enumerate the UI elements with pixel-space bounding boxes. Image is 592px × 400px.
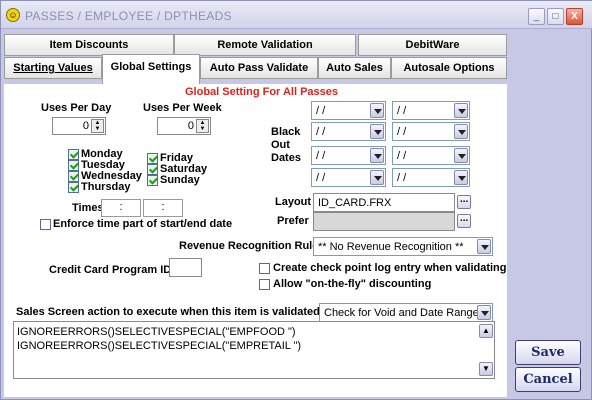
uses-per-week-spinner[interactable]: 0 ▲ ▼ (157, 117, 211, 135)
scroll-down-icon[interactable]: ▼ (479, 362, 493, 376)
revenue-rule-value: ** No Revenue Recognition ** (318, 241, 464, 253)
layout-browse-icon[interactable] (457, 194, 471, 209)
thursday-checkbox[interactable] (68, 182, 79, 193)
tab-starting-values[interactable]: Starting Values (4, 57, 102, 79)
date-value: / / (316, 172, 326, 184)
dropdown-arrow-icon[interactable] (454, 124, 468, 139)
dropdown-arrow-icon[interactable] (370, 103, 384, 118)
tab-global-settings[interactable]: Global Settings (102, 54, 200, 84)
date-value: / / (316, 126, 326, 138)
prefer-field[interactable] (313, 212, 455, 231)
script-line: IGNOREERRORS()SELECTIVESPECIAL("EMPRETAI… (17, 340, 302, 352)
black-out-label: Dates (271, 152, 301, 164)
sales-action-value: Check for Void and Date Range (324, 307, 479, 319)
layout-value: ID_CARD.FRX (318, 197, 392, 209)
sunday-label: Sunday (160, 174, 200, 186)
thursday-label: Thursday (81, 181, 131, 193)
spinner-arrows-icon[interactable]: ▲ ▼ (196, 119, 209, 133)
date-value: / / (316, 150, 326, 162)
blackout-date-1[interactable]: / / (311, 101, 386, 120)
uses-per-day-label: Uses Per Day (41, 102, 112, 114)
uses-per-week-label: Uses Per Week (143, 102, 222, 114)
dropdown-arrow-icon[interactable] (370, 148, 384, 163)
revenue-rule-label: Revenue Recognition Rule (179, 240, 319, 252)
monday-checkbox[interactable] (68, 149, 79, 160)
tab-auto-sales[interactable]: Auto Sales (318, 57, 391, 79)
smiley-app-icon: ☺ (6, 8, 20, 22)
date-value: / / (397, 150, 407, 162)
on-the-fly-checkbox[interactable] (259, 279, 270, 290)
sunday-checkbox[interactable] (147, 175, 158, 186)
saturday-checkbox[interactable] (147, 164, 158, 175)
tab-autosale-options[interactable]: Autosale Options (391, 57, 507, 79)
dropdown-arrow-icon[interactable] (370, 124, 384, 139)
tab-item-discounts[interactable]: Item Discounts (4, 34, 174, 56)
date-value: / / (316, 105, 326, 117)
cancel-button[interactable]: Cancel (515, 367, 581, 392)
blackout-date-7[interactable]: / / (311, 168, 386, 187)
sales-action-label: Sales Screen action to execute when this… (16, 306, 320, 318)
blackout-date-3[interactable]: / / (311, 122, 386, 141)
date-value: / / (397, 105, 407, 117)
save-button[interactable]: Save (515, 340, 581, 365)
section-heading: Global Setting For All Passes (185, 86, 339, 98)
layout-field[interactable]: ID_CARD.FRX (313, 193, 455, 212)
tab-debitware[interactable]: DebitWare (358, 34, 507, 56)
maximize-button[interactable]: □ (547, 8, 564, 25)
close-button[interactable]: X (566, 8, 583, 25)
revenue-rule-select[interactable]: ** No Revenue Recognition ** (313, 237, 493, 256)
blackout-date-2[interactable]: / / (392, 101, 470, 120)
friday-checkbox[interactable] (147, 153, 158, 164)
scroll-up-icon[interactable]: ▲ (479, 324, 493, 338)
checkpoint-log-checkbox[interactable] (259, 263, 270, 274)
start-time-field[interactable]: : (101, 199, 141, 217)
date-value: / / (397, 126, 407, 138)
blackout-date-4[interactable]: / / (392, 122, 470, 141)
global-settings-panel: Global Setting For All Passes Uses Per D… (4, 84, 507, 397)
dropdown-arrow-icon[interactable] (477, 239, 491, 254)
credit-card-label: Credit Card Program ID (49, 264, 172, 276)
black-out-label: Black (271, 126, 301, 138)
spinner-arrows-icon[interactable]: ▲ ▼ (91, 119, 104, 133)
end-time-field[interactable]: : (143, 199, 183, 217)
sales-action-select[interactable]: Check for Void and Date Range (319, 303, 493, 322)
on-the-fly-label: Allow "on-the-fly" discounting (273, 278, 432, 290)
uses-per-day-spinner[interactable]: 0 ▲ ▼ (52, 117, 106, 135)
tab-remote-validation[interactable]: Remote Validation (174, 34, 356, 56)
credit-card-field[interactable] (169, 258, 202, 277)
script-textarea[interactable]: IGNOREERRORS()SELECTIVESPECIAL("EMPFOOD … (13, 321, 495, 379)
blackout-date-5[interactable]: / / (311, 146, 386, 165)
times-label: Times (72, 202, 104, 214)
layout-label: Layout (275, 196, 312, 208)
script-line: IGNOREERRORS()SELECTIVESPECIAL("EMPFOOD … (17, 326, 296, 338)
date-value: / / (397, 172, 407, 184)
prefer-browse-icon[interactable] (457, 213, 471, 228)
prefer-label: Prefer (277, 215, 309, 227)
tab-label: Starting Values (13, 62, 93, 74)
uses-per-week-value: 0 (187, 120, 194, 132)
dropdown-arrow-icon[interactable] (454, 148, 468, 163)
title-bar: ☺ PASSES / EMPLOYEE / DPTHEADS _ □ X (1, 1, 592, 29)
black-out-label: Out (271, 139, 290, 151)
tab-auto-pass-validate[interactable]: Auto Pass Validate (200, 57, 318, 79)
checkpoint-log-label: Create check point log entry when valida… (273, 262, 507, 274)
uses-per-day-value: 0 (82, 120, 89, 132)
dropdown-arrow-icon[interactable] (454, 103, 468, 118)
dropdown-arrow-icon[interactable] (454, 170, 468, 185)
wednesday-checkbox[interactable] (68, 171, 79, 182)
window: ☺ PASSES / EMPLOYEE / DPTHEADS _ □ X Ite… (0, 0, 592, 400)
blackout-date-8[interactable]: / / (392, 168, 470, 187)
window-title: PASSES / EMPLOYEE / DPTHEADS (25, 9, 232, 23)
dropdown-arrow-icon[interactable] (477, 305, 491, 320)
dropdown-arrow-icon[interactable] (370, 170, 384, 185)
tuesday-checkbox[interactable] (68, 160, 79, 171)
enforce-time-checkbox[interactable] (40, 219, 51, 230)
enforce-time-label: Enforce time part of start/end date (53, 218, 233, 230)
blackout-date-6[interactable]: / / (392, 146, 470, 165)
minimize-button[interactable]: _ (528, 8, 545, 25)
